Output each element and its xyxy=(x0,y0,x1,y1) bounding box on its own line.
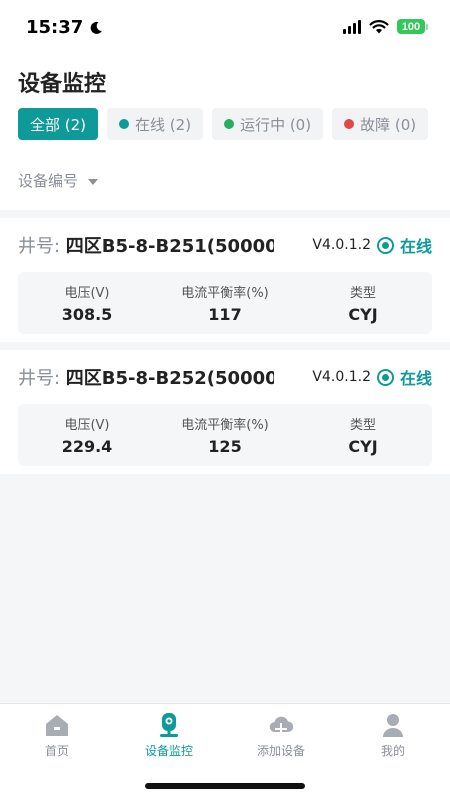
device-title: 井号: 四区B5-8-B251(500001 xyxy=(18,232,274,258)
device-status-group: V4.0.1.2 在线 xyxy=(312,365,432,389)
filter-chip-all[interactable]: 全部 (2) xyxy=(18,108,99,140)
wifi-icon xyxy=(369,19,389,33)
signal-icon xyxy=(343,19,361,34)
filter-chip-label: 在线 (2) xyxy=(135,115,192,134)
device-metrics: 电压(V) 308.5 电流平衡率(%) 117 类型 CYJ xyxy=(18,272,432,334)
device-metrics: 电压(V) 229.4 电流平衡率(%) 125 类型 CYJ xyxy=(18,404,432,466)
metric-value: 117 xyxy=(208,305,242,324)
fault-dot-icon xyxy=(344,119,355,129)
user-icon xyxy=(383,714,403,737)
device-version: V4.0.1.2 xyxy=(312,237,371,253)
sort-dropdown[interactable]: 设备编号 xyxy=(18,170,99,191)
filter-chip-label: 故障 (0) xyxy=(360,115,417,134)
device-name: 四区B5-8-B252(500001 xyxy=(65,368,274,389)
moon-icon xyxy=(90,21,103,34)
metric-current-balance: 电流平衡率(%) 117 xyxy=(156,282,294,324)
metric-voltage: 电压(V) 229.4 xyxy=(18,414,156,456)
tab-mine[interactable]: 我的 xyxy=(337,712,449,759)
battery-icon: 100 xyxy=(397,19,428,34)
tab-label: 添加设备 xyxy=(256,744,305,758)
online-dot-icon xyxy=(119,119,130,129)
filter-chip-label: 全部 (2) xyxy=(30,115,87,134)
filter-chip-fault[interactable]: 故障 (0) xyxy=(332,108,429,140)
tab-label: 我的 xyxy=(380,744,405,758)
device-card[interactable]: 井号: 四区B5-8-B252(500001 V4.0.1.2 在线 电压(V)… xyxy=(0,350,450,474)
caret-down-icon xyxy=(88,178,99,185)
metric-label: 电流平衡率(%) xyxy=(181,418,269,433)
status-time-text: 15:37 xyxy=(26,17,84,38)
metric-label: 电压(V) xyxy=(64,418,110,433)
monitor-pin-icon xyxy=(160,713,178,737)
device-card[interactable]: 井号: 四区B5-8-B251(500001 V4.0.1.2 在线 电压(V)… xyxy=(0,218,450,342)
filter-chip-online[interactable]: 在线 (2) xyxy=(107,108,204,140)
filter-chip-label: 运行中 (0) xyxy=(240,115,312,134)
device-name: 四区B5-8-B251(500001 xyxy=(65,236,274,257)
tab-label: 设备监控 xyxy=(144,744,193,758)
status-time: 15:37 xyxy=(26,17,103,38)
metric-value: 229.4 xyxy=(61,437,113,456)
device-version: V4.0.1.2 xyxy=(312,369,371,385)
metric-label: 类型 xyxy=(349,418,376,433)
metric-current-balance: 电流平衡率(%) 125 xyxy=(156,414,294,456)
online-status-icon xyxy=(376,368,394,386)
well-prefix: 井号: xyxy=(18,236,66,257)
tab-home[interactable]: 首页 xyxy=(1,712,113,759)
status-indicators: 100 xyxy=(343,19,428,34)
page-title: 设备监控 xyxy=(18,72,107,97)
filter-chip-running[interactable]: 运行中 (0) xyxy=(212,108,324,140)
device-status: 在线 xyxy=(399,237,432,256)
tab-label: 首页 xyxy=(44,744,69,758)
sort-label: 设备编号 xyxy=(18,172,79,190)
metric-label: 类型 xyxy=(349,286,376,301)
metric-type: 类型 CYJ xyxy=(294,414,432,456)
online-status-icon xyxy=(376,236,394,254)
device-card-header: 井号: 四区B5-8-B251(500001 V4.0.1.2 在线 xyxy=(18,218,432,272)
metric-type: 类型 CYJ xyxy=(294,282,432,324)
cloud-add-icon xyxy=(269,716,294,735)
home-icon xyxy=(46,715,68,736)
metric-label: 电流平衡率(%) xyxy=(181,286,269,301)
metric-value: 308.5 xyxy=(61,305,113,324)
device-card-header: 井号: 四区B5-8-B252(500001 V4.0.1.2 在线 xyxy=(18,350,432,404)
device-status-group: V4.0.1.2 在线 xyxy=(312,233,432,257)
metric-voltage: 电压(V) 308.5 xyxy=(18,282,156,324)
filter-chips: 全部 (2) 在线 (2) 运行中 (0) 故障 (0) xyxy=(18,108,429,140)
tab-add-device[interactable]: 添加设备 xyxy=(225,712,337,759)
metric-label: 电压(V) xyxy=(64,286,110,301)
battery-level: 100 xyxy=(397,19,425,34)
home-indicator xyxy=(145,783,305,789)
device-status: 在线 xyxy=(399,369,432,388)
metric-value: 125 xyxy=(208,437,242,456)
device-title: 井号: 四区B5-8-B252(500001 xyxy=(18,364,274,390)
running-dot-icon xyxy=(224,119,235,129)
metric-value: CYJ xyxy=(348,437,378,456)
status-bar: 15:37 100 xyxy=(0,0,450,56)
metric-value: CYJ xyxy=(348,305,378,324)
tab-device-monitor[interactable]: 设备监控 xyxy=(113,712,225,759)
well-prefix: 井号: xyxy=(18,368,66,389)
